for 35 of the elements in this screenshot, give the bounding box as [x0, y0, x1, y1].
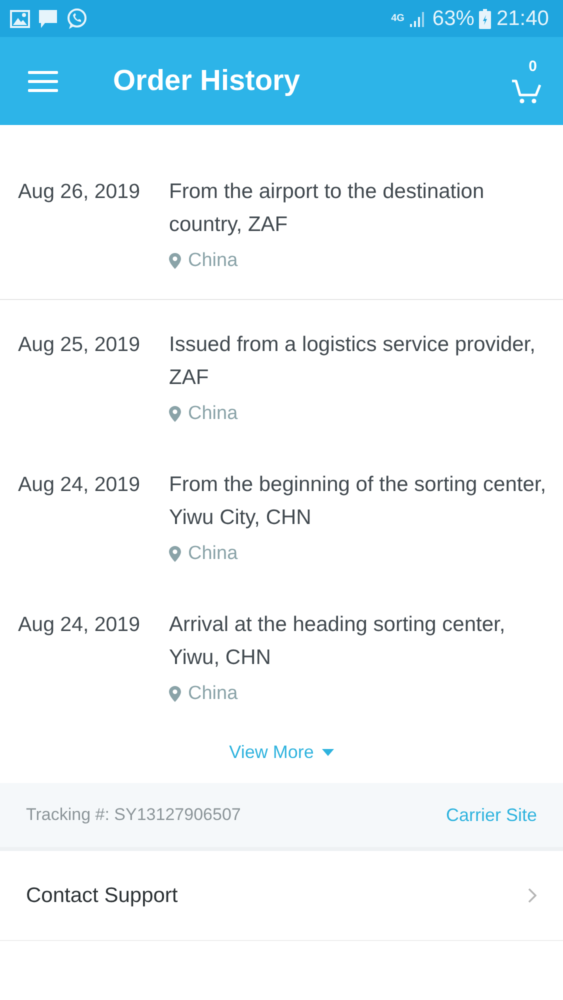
network-label: 4G: [391, 13, 404, 24]
tracking-number: Tracking #: SY13127906507: [26, 805, 241, 825]
menu-icon: [28, 70, 58, 92]
chat-bubble-icon: [66, 8, 88, 30]
location-pin-icon: [169, 686, 181, 702]
event-description: Arrival at the heading sorting center, Yiwu, CHN: [169, 612, 506, 671]
page-title: Order History: [113, 64, 301, 98]
battery-icon: [479, 8, 492, 28]
event-date: Aug 24, 2019: [18, 612, 141, 638]
event-location: China: [188, 403, 238, 425]
view-more-link[interactable]: View More: [223, 736, 340, 769]
chevron-right-icon: [528, 888, 537, 903]
event-location: China: [188, 683, 238, 705]
carrier-site-link[interactable]: Carrier Site: [446, 804, 537, 826]
location-pin-icon: [169, 546, 181, 562]
cart-count: 0: [528, 58, 537, 75]
event-description: From the airport to the destination country, ZAF: [169, 179, 486, 238]
event-description: From the beginning of the sorting center, Yiwu City, CHN: [169, 472, 548, 531]
event-date: Aug 25, 2019: [18, 332, 141, 358]
event-location: China: [188, 250, 238, 272]
event-location: China: [188, 543, 238, 565]
cart-button[interactable]: 0: [511, 58, 541, 104]
event-date: Aug 24, 2019: [18, 472, 141, 498]
message-icon: [38, 8, 58, 28]
clock: 21:40: [496, 6, 549, 30]
battery-percent: 63%: [432, 6, 474, 30]
cart-icon: [511, 78, 541, 104]
image-icon: [10, 10, 30, 28]
location-pin-icon: [169, 406, 181, 422]
event-description: Issued from a logistics service provider, ZAF: [169, 332, 536, 391]
menu-button[interactable]: [28, 70, 58, 92]
caret-icon: [322, 748, 334, 756]
location-pin-icon: [169, 253, 181, 269]
contact-support-row[interactable]: Contact Support: [0, 851, 563, 941]
event-date: Aug 26, 2019: [18, 179, 141, 205]
